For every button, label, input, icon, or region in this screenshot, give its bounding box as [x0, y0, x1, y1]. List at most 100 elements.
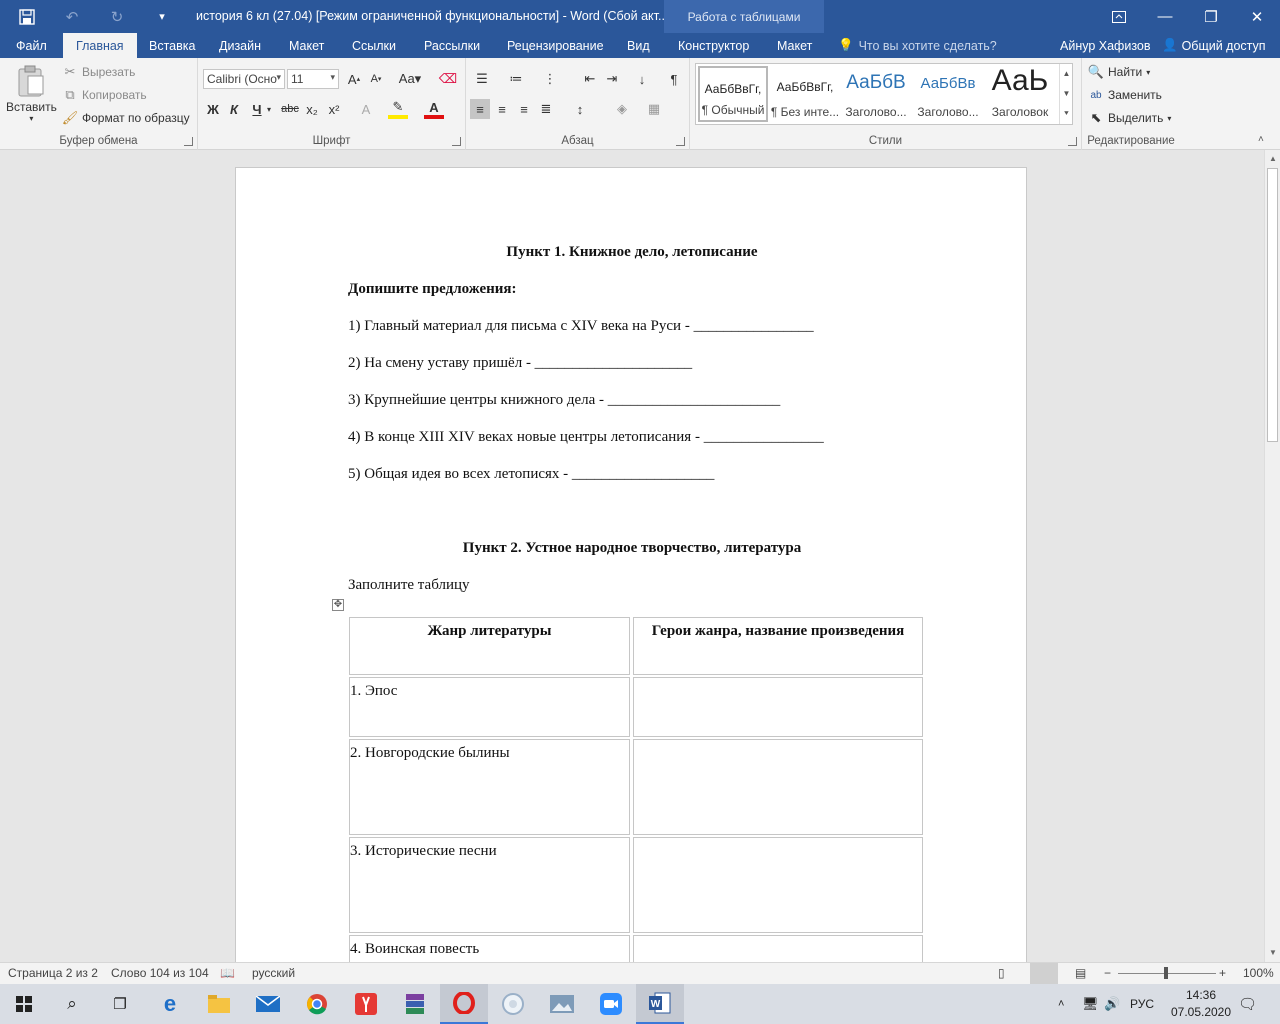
table-cell-empty[interactable] [633, 837, 923, 933]
find-button[interactable]: 🔍 Найти ▾ [1088, 64, 1150, 80]
table-cell-empty[interactable] [633, 935, 923, 962]
zoom-level[interactable]: 100% [1243, 966, 1274, 980]
zoom-slider-handle[interactable] [1164, 967, 1168, 979]
text-effects-icon[interactable]: A [356, 99, 376, 119]
justify-icon[interactable]: ≣ [536, 99, 556, 119]
speaker-icon[interactable]: 🔊 [1104, 984, 1120, 1024]
paste-button[interactable]: Вставить ▾ [6, 64, 57, 123]
shrink-font-icon[interactable]: A ▾ [366, 69, 386, 89]
styles-scroll[interactable]: ▲ ▼ ⯆ [1059, 64, 1073, 124]
scroll-thumb[interactable] [1267, 168, 1278, 442]
cut-button[interactable]: ✂ Вырезать [62, 64, 136, 80]
language-indicator[interactable]: русский [252, 966, 295, 980]
font-color-icon[interactable]: A [424, 99, 444, 119]
style-heading-2[interactable]: АаБбВв Заголово... [913, 66, 983, 122]
collapse-ribbon-icon[interactable]: ˄ [1258, 134, 1264, 145]
decrease-indent-icon[interactable]: ⇤ [580, 69, 600, 89]
shading-icon[interactable]: ◈ [612, 99, 632, 119]
more-styles-icon[interactable]: ⯆ [1060, 104, 1073, 124]
app-circle-icon[interactable] [489, 984, 537, 1024]
tab-mailings[interactable]: Рассылки [422, 33, 482, 58]
zoom-app-icon[interactable] [587, 984, 635, 1024]
word-icon[interactable]: W [636, 984, 684, 1024]
table-cell[interactable]: 2. Новгородские былины [349, 739, 631, 835]
align-left-icon[interactable]: ≡ [470, 99, 490, 119]
tab-table-constructor[interactable]: Конструктор [676, 33, 751, 58]
search-icon[interactable]: ⌕ [48, 984, 96, 1024]
web-layout-icon[interactable]: ▤ [1075, 966, 1086, 980]
table-header-cell[interactable]: Герои жанра, название произведения [633, 617, 923, 675]
font-name-combo[interactable]: Calibri (Осно ▾ [203, 69, 285, 89]
vertical-scrollbar[interactable]: ▲ ▼ [1264, 150, 1280, 962]
show-formatting-marks-icon[interactable]: ¶ [664, 69, 684, 89]
image-viewer-icon[interactable] [538, 984, 586, 1024]
scroll-down-icon[interactable]: ▼ [1265, 946, 1280, 960]
undo-icon[interactable]: ↶ [58, 0, 86, 33]
align-right-icon[interactable]: ≡ [514, 99, 534, 119]
restore-icon[interactable]: ❐ [1188, 0, 1234, 33]
input-language[interactable]: РУС [1130, 984, 1154, 1024]
style-normal[interactable]: АаБбВвГг, ¶ Обычный [698, 66, 768, 122]
show-hidden-icons-icon[interactable]: ˄ [1058, 984, 1064, 1024]
close-icon[interactable]: ✕ [1234, 0, 1280, 33]
word-count[interactable]: Слово 104 из 104 [111, 966, 209, 980]
bold-button[interactable]: Ж [203, 99, 223, 119]
mail-icon[interactable] [244, 984, 292, 1024]
share-button[interactable]: 👤 Общий доступ [1160, 33, 1268, 58]
borders-icon[interactable]: ▦ [644, 99, 664, 119]
table-cell[interactable]: 4. Воинская повесть [349, 935, 631, 962]
task-view-icon[interactable]: ❐ [96, 984, 144, 1024]
table-cell-empty[interactable] [633, 739, 923, 835]
user-name[interactable]: Айнур Хафизов [1058, 33, 1153, 58]
increase-indent-icon[interactable]: ⇥ [602, 69, 622, 89]
change-case-icon[interactable]: Aa▾ [396, 69, 424, 89]
line-spacing-icon[interactable]: ↕ [570, 99, 590, 119]
page-count[interactable]: Страница 2 из 2 [8, 966, 98, 980]
redo-icon[interactable]: ↻ [104, 0, 130, 33]
chevron-down-icon[interactable]: ▼ [1060, 84, 1073, 104]
opera-icon[interactable] [440, 984, 488, 1024]
bullets-icon[interactable]: ☰ [472, 69, 492, 89]
paragraph-launcher-icon[interactable] [676, 137, 685, 146]
style-title[interactable]: АаЬ Заголовок [985, 64, 1055, 122]
font-size-combo[interactable]: 11 ▾ [287, 69, 339, 89]
strikethrough-button[interactable]: abc [280, 99, 300, 119]
edge-icon[interactable]: e [146, 984, 194, 1024]
copy-button[interactable]: ⧉ Копировать [62, 87, 146, 103]
chevron-up-icon[interactable]: ▲ [1060, 64, 1073, 84]
document-page[interactable]: Пункт 1. Книжное дело, летописание Допиш… [235, 167, 1027, 962]
tab-design[interactable]: Дизайн [217, 33, 263, 58]
ribbon-display-options-icon[interactable] [1096, 0, 1142, 33]
multilevel-list-icon[interactable]: ⋮ [540, 69, 560, 89]
tab-file[interactable]: Файл [14, 33, 49, 58]
highlight-color-icon[interactable]: ✎ [388, 99, 408, 119]
italic-button[interactable]: К [224, 99, 244, 119]
table-header-cell[interactable]: Жанр литературы [349, 617, 631, 675]
zoom-out-icon[interactable]: − [1104, 966, 1111, 980]
select-button[interactable]: ⬉ Выделить ▾ [1088, 110, 1172, 126]
table-cell[interactable]: 3. Исторические песни [349, 837, 631, 933]
yandex-browser-icon[interactable] [342, 984, 390, 1024]
tab-references[interactable]: Ссылки [350, 33, 398, 58]
font-launcher-icon[interactable] [452, 137, 461, 146]
subscript-button[interactable]: x₂ [302, 99, 322, 119]
tell-me-box[interactable]: 💡 Что вы хотите сделать? [838, 33, 997, 58]
zoom-in-icon[interactable]: + [1219, 966, 1226, 980]
read-mode-icon[interactable]: ▯ [998, 966, 1005, 980]
table-cell[interactable]: 1. Эпос [349, 677, 631, 737]
clock[interactable]: 14:36 07.05.2020 [1170, 987, 1232, 1021]
table-cell-empty[interactable] [633, 677, 923, 737]
grow-font-icon[interactable]: A ▴ [344, 69, 364, 89]
tab-home[interactable]: Главная [63, 33, 137, 58]
print-layout-icon[interactable] [1030, 963, 1058, 984]
table-move-handle-icon[interactable]: ✥ [332, 599, 344, 611]
style-no-spacing[interactable]: АаБбВвГг, ¶ Без инте... [770, 66, 840, 122]
format-painter-button[interactable]: 🖌 Формат по образцу [62, 110, 190, 126]
tab-view[interactable]: Вид [625, 33, 652, 58]
windows-start-icon[interactable] [0, 984, 48, 1024]
tab-insert[interactable]: Вставка [147, 33, 197, 58]
sort-icon[interactable]: ↓ [632, 69, 652, 89]
clipboard-launcher-icon[interactable] [184, 137, 193, 146]
save-icon[interactable] [12, 0, 42, 33]
chrome-icon[interactable] [293, 984, 341, 1024]
